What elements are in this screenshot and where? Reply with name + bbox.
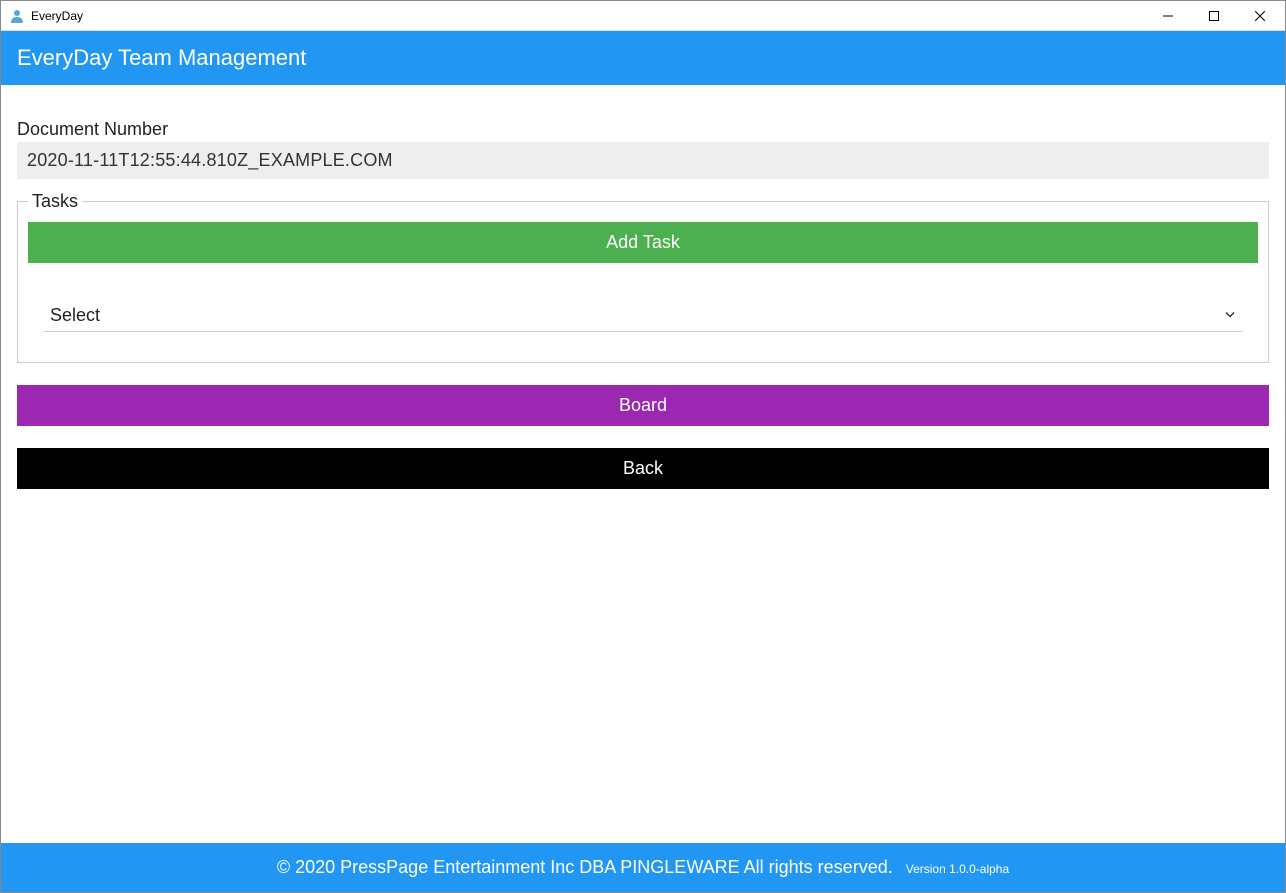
maximize-button[interactable] xyxy=(1191,1,1237,31)
tasks-fieldset: Tasks Add Task Select xyxy=(17,191,1269,363)
minimize-button[interactable] xyxy=(1145,1,1191,31)
add-task-button[interactable]: Add Task xyxy=(28,222,1258,263)
task-select-wrapper: Select xyxy=(44,299,1242,332)
task-select[interactable]: Select xyxy=(44,299,1242,332)
close-button[interactable] xyxy=(1237,1,1283,31)
window-title: EveryDay xyxy=(31,9,1145,23)
titlebar: EveryDay xyxy=(1,1,1285,31)
tasks-legend: Tasks xyxy=(28,191,82,212)
app-icon xyxy=(9,8,25,24)
document-number-label: Document Number xyxy=(17,119,1269,140)
page-header: EveryDay Team Management xyxy=(1,31,1285,85)
page-title: EveryDay Team Management xyxy=(17,45,306,70)
board-button[interactable]: Board xyxy=(17,385,1269,426)
main-content: Document Number Tasks Add Task Select Bo… xyxy=(1,85,1285,489)
document-number-input[interactable] xyxy=(17,142,1269,179)
back-button[interactable]: Back xyxy=(17,448,1269,489)
footer: © 2020 PressPage Entertainment Inc DBA P… xyxy=(1,843,1285,892)
footer-copyright: © 2020 PressPage Entertainment Inc DBA P… xyxy=(277,857,893,877)
window-controls xyxy=(1145,1,1283,31)
footer-version: Version 1.0.0-alpha xyxy=(906,862,1009,876)
